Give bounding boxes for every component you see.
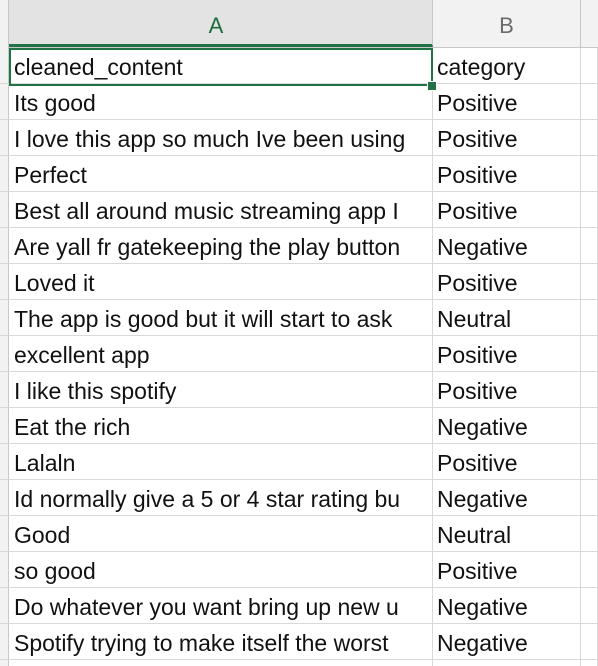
column-header-a[interactable]: A <box>0 0 433 47</box>
table-row: Eat the rich Negative <box>0 408 598 444</box>
table-row: Are yall fr gatekeeping the play button … <box>0 228 598 264</box>
cell-b[interactable]: Positive <box>433 552 581 588</box>
table-row: I like this spotify Positive <box>0 372 598 408</box>
cell-c[interactable] <box>581 300 598 336</box>
cell-a[interactable]: Perfect <box>8 156 433 192</box>
cell-b[interactable]: Negative <box>433 408 581 444</box>
cell-c[interactable] <box>581 372 598 408</box>
cell-b[interactable]: Negative <box>433 228 581 264</box>
spreadsheet-grid: A B cleaned_content category Its good Po… <box>0 0 598 666</box>
table-row: Best all around music streaming app I Po… <box>0 192 598 228</box>
cell-c[interactable] <box>581 120 598 156</box>
table-row: I love this app so much Ive been using P… <box>0 120 598 156</box>
cell-c[interactable] <box>581 228 598 264</box>
column-header-row: A B <box>0 0 598 48</box>
table-row: Good Neutral <box>0 516 598 552</box>
cell-c[interactable] <box>581 516 598 552</box>
column-header-c[interactable] <box>581 0 598 47</box>
table-row: cleaned_content category <box>0 48 598 84</box>
table-row: so good Positive <box>0 552 598 588</box>
cell-a[interactable] <box>8 660 433 666</box>
cell-b[interactable]: Positive <box>433 84 581 120</box>
cell-c[interactable] <box>581 408 598 444</box>
table-row: Loved it Positive <box>0 264 598 300</box>
cell-b[interactable]: Positive <box>433 156 581 192</box>
fill-handle[interactable] <box>427 81 437 91</box>
cell-a[interactable]: excellent app <box>8 336 433 372</box>
cell-b1[interactable]: category <box>433 48 581 84</box>
cell-b[interactable]: Negative <box>433 480 581 516</box>
cell-c[interactable] <box>581 156 598 192</box>
cell-c1[interactable] <box>581 48 598 84</box>
cell-a[interactable]: Id normally give a 5 or 4 star rating bu <box>8 480 433 516</box>
cell-c[interactable] <box>581 660 598 666</box>
cell-a[interactable]: so good <box>8 552 433 588</box>
cell-a[interactable]: I love this app so much Ive been using <box>8 120 433 156</box>
cell-b[interactable]: Neutral <box>433 300 581 336</box>
cell-c[interactable] <box>581 624 598 660</box>
table-row: Spotify trying to make itself the worst … <box>0 624 598 660</box>
cell-c[interactable] <box>581 480 598 516</box>
cell-a[interactable]: Best all around music streaming app I <box>8 192 433 228</box>
cell-b[interactable]: Positive <box>433 336 581 372</box>
cell-b[interactable] <box>433 660 581 666</box>
cell-b[interactable]: Negative <box>433 624 581 660</box>
cell-a[interactable]: Lalaln <box>8 444 433 480</box>
cell-c[interactable] <box>581 264 598 300</box>
cell-c[interactable] <box>581 588 598 624</box>
cell-b[interactable]: Positive <box>433 120 581 156</box>
column-header-b[interactable]: B <box>433 0 581 47</box>
cell-b[interactable]: Neutral <box>433 516 581 552</box>
table-row: excellent app Positive <box>0 336 598 372</box>
table-row: Do whatever you want bring up new u Nega… <box>0 588 598 624</box>
cell-a[interactable]: I like this spotify <box>8 372 433 408</box>
cell-b[interactable]: Positive <box>433 372 581 408</box>
table-row: Perfect Positive <box>0 156 598 192</box>
table-row: Its good Positive <box>0 84 598 120</box>
cell-a[interactable]: Are yall fr gatekeeping the play button <box>8 228 433 264</box>
table-row: Lalaln Positive <box>0 444 598 480</box>
cell-a[interactable]: Eat the rich <box>8 408 433 444</box>
table-row: The app is good but it will start to ask… <box>0 300 598 336</box>
cell-a[interactable]: Spotify trying to make itself the worst <box>8 624 433 660</box>
cell-a[interactable]: Its good <box>8 84 433 120</box>
cell-b[interactable]: Positive <box>433 192 581 228</box>
cell-a[interactable]: Loved it <box>8 264 433 300</box>
cell-a1[interactable]: cleaned_content <box>8 48 433 84</box>
cell-c[interactable] <box>581 84 598 120</box>
cell-c[interactable] <box>581 192 598 228</box>
cell-c[interactable] <box>581 444 598 480</box>
table-row: Id normally give a 5 or 4 star rating bu… <box>0 480 598 516</box>
cell-b[interactable]: Positive <box>433 264 581 300</box>
cell-a[interactable]: Good <box>8 516 433 552</box>
cell-a[interactable]: The app is good but it will start to ask <box>8 300 433 336</box>
cell-b[interactable]: Positive <box>433 444 581 480</box>
cell-c[interactable] <box>581 336 598 372</box>
cell-c[interactable] <box>581 552 598 588</box>
cell-b[interactable]: Negative <box>433 588 581 624</box>
cell-a[interactable]: Do whatever you want bring up new u <box>8 588 433 624</box>
table-row <box>0 660 598 666</box>
